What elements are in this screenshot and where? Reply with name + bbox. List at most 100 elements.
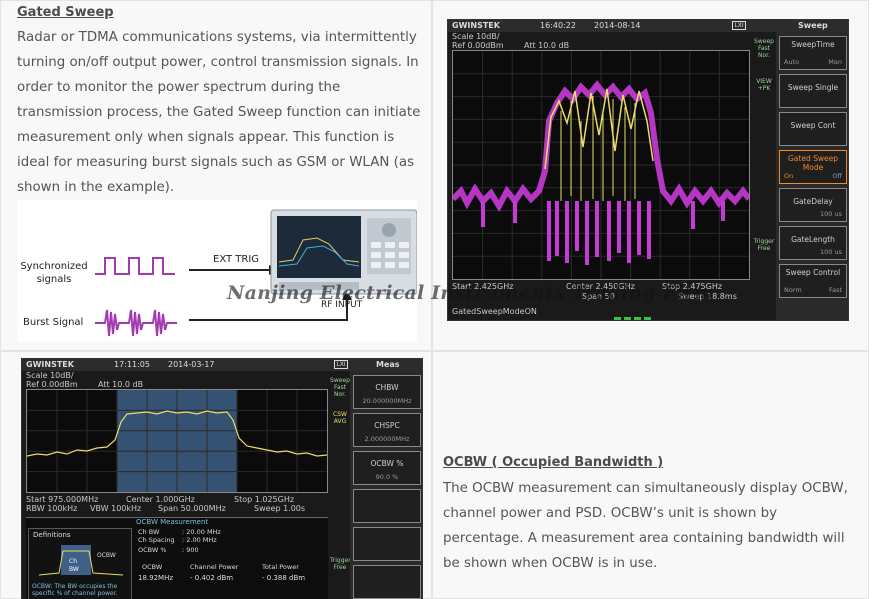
screen-date: 2014-08-14 bbox=[594, 21, 641, 30]
paragraph-line: Radar or TDMA communications systems, vi… bbox=[17, 30, 417, 45]
softkey-label: CHSPC bbox=[374, 421, 400, 430]
scale-label: Scale 10dB/ bbox=[26, 371, 74, 380]
softkey-left: Auto bbox=[784, 58, 800, 66]
softkey-empty-4[interactable] bbox=[353, 489, 421, 523]
softkey-options: 100 us bbox=[784, 210, 842, 218]
side-status-column: Sweep Fast Nor. CSW AVG Trigger Free bbox=[330, 371, 351, 599]
result-col-ocbw: OCBW bbox=[142, 563, 163, 571]
page: Gated Sweep Radar or TDMA communications… bbox=[0, 0, 883, 599]
analyzer-screen-ocbw: GWINSTEK 17:11:05 2014-03-17 LXI Meas Sc… bbox=[21, 358, 423, 599]
softkey-label: Sweep Control bbox=[785, 268, 841, 277]
span-label: Span 50.000MHz bbox=[158, 504, 226, 513]
gated-sweep-title[interactable]: Gated Sweep bbox=[17, 5, 114, 20]
screen-time: 17:11:05 bbox=[114, 360, 150, 369]
softkey-sweep-cont[interactable]: Sweep Cont bbox=[779, 112, 847, 146]
softkey-label: SweepTime bbox=[791, 40, 835, 49]
sync-label: Synchronized signals bbox=[19, 260, 89, 286]
softkey-sweep-single[interactable]: Sweep Single bbox=[779, 74, 847, 108]
softkey-panel: CHBW 20.000000MHz CHSPC 2.000000MHz OCBW %… bbox=[350, 371, 422, 599]
ocbw-settings: Ch BW: 20.00 MHz Ch Spacing: 2.00 MHz OC… bbox=[138, 528, 221, 554]
result-ocbw-value: 18.92MHz bbox=[138, 574, 174, 582]
svg-text:OCBW: OCBW bbox=[97, 552, 116, 559]
status-leds bbox=[614, 308, 662, 320]
att-label: Att 10.0 dB bbox=[98, 380, 144, 389]
view-indicator: VIEW +PK bbox=[756, 78, 772, 92]
softkey-right: Fast bbox=[828, 286, 842, 294]
ext-trig-label: EXT TRIG bbox=[213, 254, 260, 265]
ocbw-text-cell: OCBW ( Occupied Bandwidth ) The OCBW mea… bbox=[432, 351, 869, 599]
softkey-right: Off bbox=[832, 172, 842, 180]
brand-logo: GWINSTEK bbox=[452, 21, 500, 30]
screen-time: 16:40:22 bbox=[540, 21, 576, 30]
paragraph-line: transmission process, the Gated Sweep fu… bbox=[17, 105, 421, 120]
softkey-options: On Off bbox=[784, 172, 842, 180]
paragraph-line: percentage. A measurement area containin… bbox=[443, 531, 845, 546]
brand-logo: GWINSTEK bbox=[26, 360, 74, 369]
center-freq: Center 1.000GHz bbox=[126, 495, 195, 504]
softkey-left: Norm bbox=[784, 286, 802, 294]
result-col-total-power: Total Power bbox=[262, 563, 299, 571]
result-total-power-value: - 0.388 dBm bbox=[262, 574, 306, 582]
lxi-icon: LXI bbox=[334, 360, 348, 369]
softkey-sweep-control[interactable]: Sweep Control Norm Fast bbox=[779, 264, 847, 298]
watermark-text: Nanjing Electrical Instruments Trading F… bbox=[227, 282, 715, 304]
grid-lines bbox=[27, 390, 327, 492]
burst-signal-trace bbox=[95, 309, 177, 337]
spectrum-plot-gated bbox=[450, 50, 752, 280]
screen-header: GWINSTEK 17:11:05 2014-03-17 LXI Meas bbox=[22, 359, 422, 371]
svg-text:Ch: Ch bbox=[69, 558, 77, 565]
sync-label-line1: Synchronized bbox=[20, 261, 88, 272]
burst-label: Burst Signal bbox=[23, 317, 84, 328]
softkey-label: Gated Sweep Mode bbox=[788, 154, 838, 172]
ch-bw-value: 20.00 MHz bbox=[186, 528, 221, 536]
softkey-label: Sweep Single bbox=[787, 83, 839, 92]
softkey-gate-length[interactable]: GateLength 100 us bbox=[779, 226, 847, 260]
softkey-value: 20.000000MHz bbox=[362, 397, 412, 405]
softkey-chspc[interactable]: CHSPC 2.000000MHz bbox=[353, 413, 421, 447]
softkey-options: Auto Man bbox=[784, 58, 842, 66]
softkey-label: GateDelay bbox=[793, 197, 833, 206]
start-freq: Start 975.000MHz bbox=[26, 495, 99, 504]
softkey-label: OCBW % bbox=[370, 459, 404, 468]
scale-label: Scale 10dB/ bbox=[452, 32, 500, 41]
softkey-ocbw-pct[interactable]: OCBW % 90.0 % bbox=[353, 451, 421, 485]
spectrum-plot-ocbw bbox=[26, 389, 328, 493]
gated-sweep-diagram: Synchronized signals Burst Signal EXT TR… bbox=[17, 200, 418, 342]
scale-info: Scale 10dB/ Ref 0.00dBm bbox=[26, 371, 78, 389]
definitions-label: Definitions bbox=[33, 531, 71, 539]
softkey-right: Man bbox=[828, 58, 842, 66]
softkey-label: CHBW bbox=[375, 383, 399, 392]
ocbw-paragraph: The OCBW measurement can simultaneously … bbox=[443, 476, 867, 576]
ocbw-measurement-panel: OCBW Measurement Definitions Ch BW OCBW … bbox=[26, 517, 328, 599]
ocbw-pct-label: OCBW % bbox=[138, 546, 167, 554]
gated-sweep-paragraph: Radar or TDMA communications systems, vi… bbox=[17, 25, 427, 200]
softkey-gated-sweep-mode[interactable]: Gated Sweep Mode On Off bbox=[779, 150, 847, 184]
result-col-channel-power: Channel Power bbox=[190, 563, 239, 571]
ocbw-title[interactable]: OCBW ( Occupied Bandwidth ) bbox=[443, 455, 663, 470]
lxi-icon: LXI bbox=[732, 21, 746, 30]
paragraph-line: turning on/off output power, control tra… bbox=[17, 55, 419, 70]
softkey-left: On bbox=[784, 172, 794, 180]
definitions-box: Definitions Ch BW OCBW OCBW: The BW occu… bbox=[28, 528, 132, 599]
stop-freq: Stop 1.025GHz bbox=[234, 495, 295, 504]
softkey-label: Sweep Cont bbox=[790, 121, 836, 130]
softkey-gate-delay[interactable]: GateDelay 100 us bbox=[779, 188, 847, 222]
side-status-column: Sweep Fast Nor. VIEW +PK Trigger Free bbox=[753, 32, 775, 320]
softkey-empty-5[interactable] bbox=[353, 527, 421, 561]
paragraph-line: The OCBW measurement can simultaneously … bbox=[443, 481, 848, 496]
svg-text:BW: BW bbox=[69, 566, 79, 573]
softkey-label: GateLength bbox=[791, 235, 835, 244]
screen-date: 2014-03-17 bbox=[168, 360, 215, 369]
ocbw-pct-value: 900 bbox=[186, 546, 199, 554]
softkey-options: 100 us bbox=[784, 248, 842, 256]
ref-label: Ref 0.00dBm bbox=[452, 41, 504, 50]
softkey-chbw[interactable]: CHBW 20.000000MHz bbox=[353, 375, 421, 409]
softkey-sweep-time[interactable]: SweepTime Auto Man bbox=[779, 36, 847, 70]
softkey-empty-6[interactable] bbox=[353, 565, 421, 599]
yellow-spikes bbox=[560, 96, 636, 201]
result-channel-power-value: - 0.402 dBm bbox=[190, 574, 234, 582]
meas-title: OCBW Measurement bbox=[136, 518, 209, 526]
analyzer-screen-gated: GWINSTEK 16:40:22 2014-08-14 LXI Sweep S… bbox=[447, 19, 849, 321]
gated-trace-svg bbox=[450, 51, 752, 279]
softkey-value: 90.0 % bbox=[375, 473, 399, 481]
